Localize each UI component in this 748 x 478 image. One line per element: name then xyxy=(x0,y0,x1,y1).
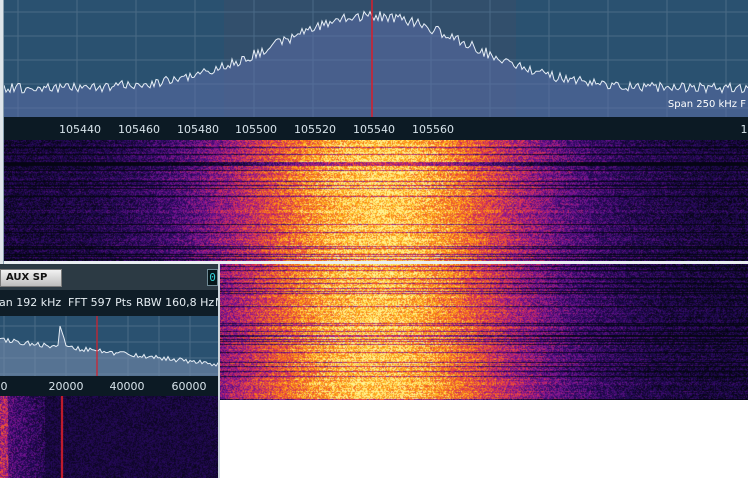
main-axis-tick-label: 105440 xyxy=(59,123,101,136)
aux-axis-tick-label: 60000 xyxy=(171,380,207,393)
main-axis-tick-label: 105460 xyxy=(118,123,160,136)
aux-sp-button[interactable]: AUX SP xyxy=(0,269,62,287)
aux-spectrum-plot xyxy=(0,316,218,376)
aux-rbw-label: RBW 160,8 Hz xyxy=(136,296,215,309)
main-axis-tick-label: 105540 xyxy=(353,123,395,136)
aux-titlebar: AUX SP 0 xyxy=(0,264,218,290)
aux-trailing-label: M xyxy=(215,290,218,316)
aux-corner-indicator[interactable]: 0 xyxy=(207,269,218,286)
lower-waterfall-canvas xyxy=(220,264,748,400)
aux-fft-label: FFT 597 Pts xyxy=(68,296,132,309)
main-axis-tick-label: 105480 xyxy=(177,123,219,136)
main-waterfall[interactable] xyxy=(4,140,748,261)
aux-axis-tick-label: 20000 xyxy=(48,380,84,393)
aux-waterfall[interactable] xyxy=(0,396,218,478)
aux-axis-tick-label: 40000 xyxy=(109,380,145,393)
main-waterfall-canvas xyxy=(4,140,748,261)
aux-sp-window[interactable]: AUX SP 0 an 192 kHz FFT 597 Pts RBW 160,… xyxy=(0,264,220,478)
aux-waterfall-canvas xyxy=(0,396,218,478)
main-axis-tick-label: 105560 xyxy=(412,123,454,136)
main-spectrum-plot xyxy=(4,0,748,117)
main-spectrum-display[interactable]: Span 250 kHz F xyxy=(4,0,748,117)
main-frequency-axis: 105440 105460 105480 105500 105520 105540 1055… xyxy=(4,117,748,140)
main-axis-tick-label: 105500 xyxy=(235,123,277,136)
aux-info-bar: an 192 kHz FFT 597 Pts RBW 160,8 Hz M xyxy=(0,290,218,316)
aux-frequency-axis: 0 20000 40000 60000 xyxy=(0,376,218,396)
span-label: Span 250 kHz F xyxy=(667,99,746,110)
lower-waterfall[interactable] xyxy=(220,264,748,400)
spectrum-fill xyxy=(4,11,748,117)
aux-spectrum-display[interactable] xyxy=(0,316,218,376)
aux-axis-tick-label: 0 xyxy=(0,380,8,393)
aux-span-label: an 192 kHz xyxy=(0,296,62,309)
main-axis-tick-label: 105520 xyxy=(294,123,336,136)
main-axis-tick-label: 1 xyxy=(740,123,748,136)
